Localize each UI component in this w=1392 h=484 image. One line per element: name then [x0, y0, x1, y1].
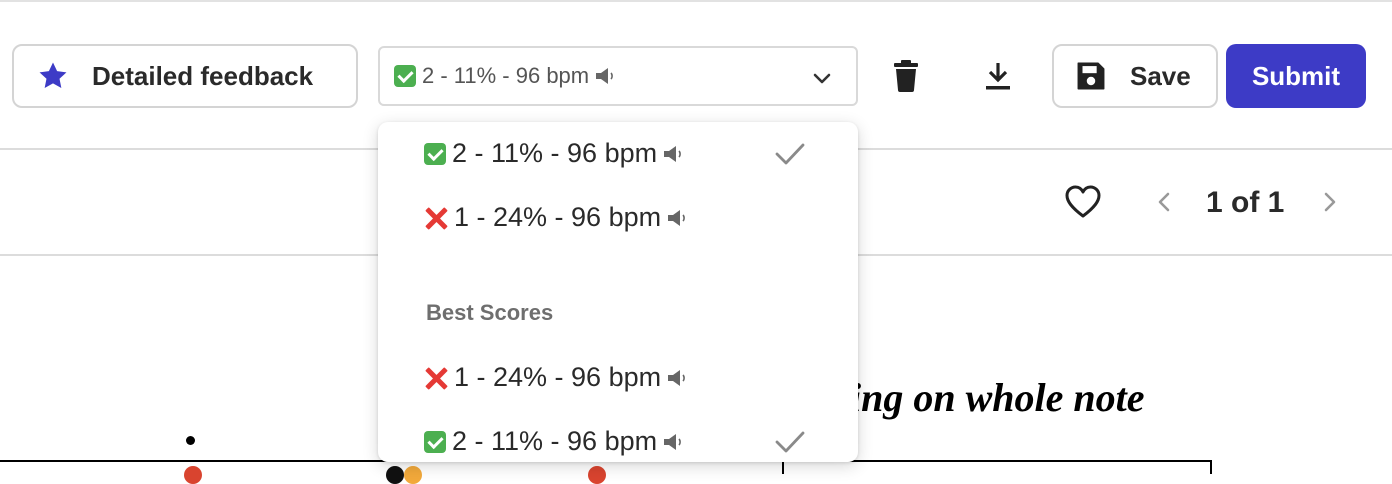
star-icon: [39, 62, 67, 89]
chevron-down-icon: [813, 73, 831, 84]
speaker-icon: [664, 145, 682, 162]
speaker-icon: [668, 209, 686, 226]
delete-button[interactable]: [886, 56, 926, 96]
trash-icon: [894, 60, 918, 92]
chevron-left-icon[interactable]: [1152, 188, 1176, 216]
correct-check-icon: [394, 65, 416, 87]
speaker-icon: [664, 433, 682, 450]
incorrect-x-icon: [424, 366, 448, 390]
dropdown-option[interactable]: 2 - 11% - 96 bpm: [424, 138, 805, 169]
score-title: ding on whole note: [830, 375, 1145, 420]
best-scores-group-label: Best Scores: [426, 300, 554, 325]
dropdown-option[interactable]: 1 - 24% - 96 bpm: [424, 362, 691, 393]
pager-text: 1 of 1: [1206, 186, 1285, 219]
submit-button[interactable]: Submit: [1226, 44, 1366, 108]
dropdown-option[interactable]: 2 - 11% - 96 bpm: [424, 426, 805, 457]
save-button[interactable]: Save: [1052, 44, 1218, 108]
attempt-select[interactable]: 2 - 11% - 96 bpm: [378, 46, 858, 106]
correct-check-icon: [424, 430, 446, 453]
speaker-icon: [668, 369, 686, 386]
top-border: [0, 0, 1392, 2]
speaker-icon: [596, 68, 614, 84]
attempt-select-value: 2 - 11% - 96 bpm: [422, 63, 590, 88]
detailed-feedback-button[interactable]: Detailed feedback: [12, 44, 358, 108]
barline: [782, 460, 784, 474]
note-marker: [404, 466, 422, 484]
option-label: 1 - 24% - 96 bpm: [454, 362, 662, 392]
download-button[interactable]: [978, 56, 1018, 96]
checkmark-icon: [775, 431, 805, 453]
floppy-disk-icon: [1077, 62, 1105, 90]
download-icon: [986, 63, 1010, 90]
dropdown-option[interactable]: 1 - 24% - 96 bpm: [424, 202, 691, 233]
correct-check-icon: [424, 142, 446, 165]
checkmark-icon: [775, 143, 805, 165]
attempt-dropdown-menu: 2 - 11% - 96 bpm 1 - 24% - 96 bpm Best S…: [378, 122, 858, 462]
staccato-dot: [186, 436, 195, 445]
note-marker: [386, 466, 404, 484]
chevron-right-icon[interactable]: [1318, 188, 1342, 216]
barline: [1210, 460, 1212, 474]
submit-label: Submit: [1251, 60, 1341, 91]
option-label: 2 - 11% - 96 bpm: [452, 426, 658, 456]
heart-icon[interactable]: [1064, 184, 1102, 220]
option-label: 2 - 11% - 96 bpm: [452, 138, 658, 168]
option-label: 1 - 24% - 96 bpm: [454, 202, 662, 232]
incorrect-x-icon: [424, 206, 448, 230]
detailed-feedback-label: Detailed feedback: [92, 60, 314, 91]
save-label: Save: [1130, 60, 1191, 91]
note-marker: [184, 466, 202, 484]
note-marker: [588, 466, 606, 484]
